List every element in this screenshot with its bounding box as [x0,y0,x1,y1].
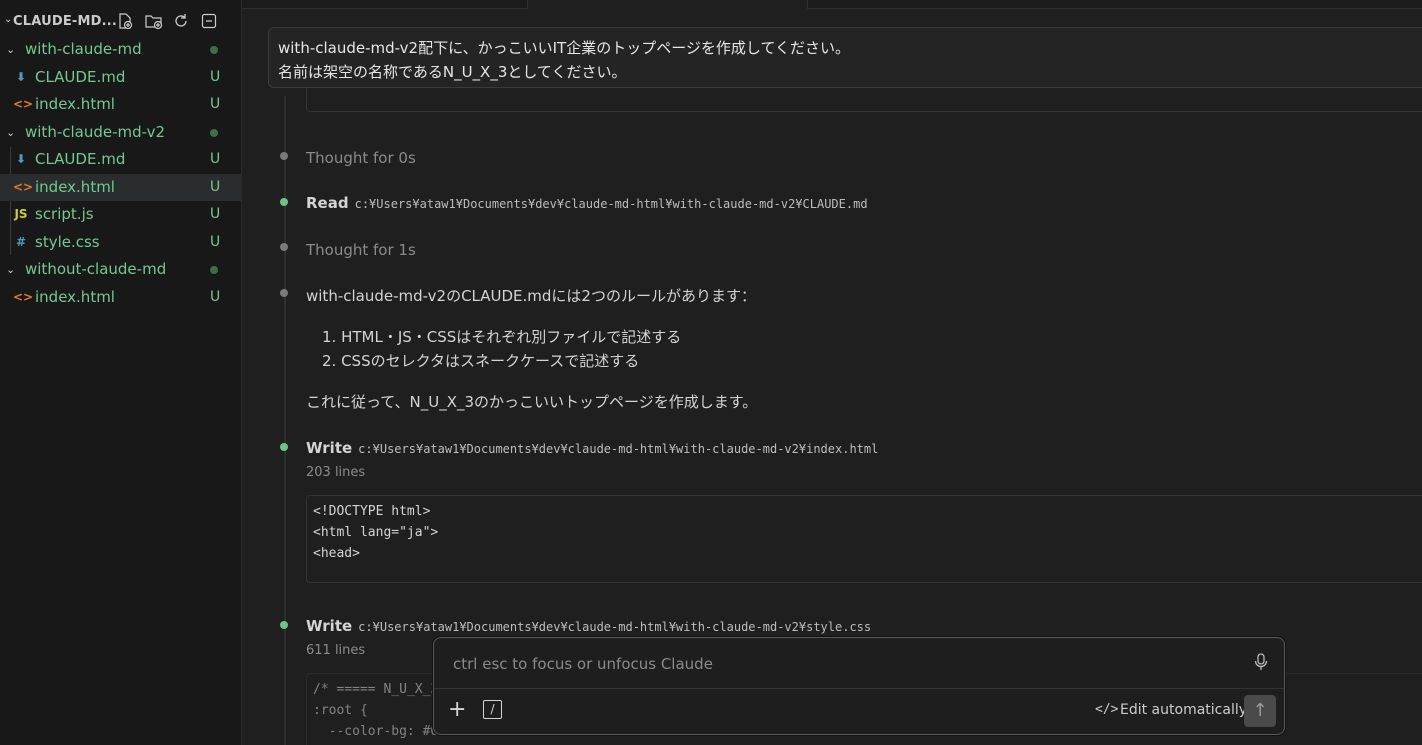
composer-divider [434,688,1284,689]
assistant-text: これに従って、N_U_X_3のかっこいいトップページを作成します。 [306,393,758,411]
thought-node-icon [280,152,288,160]
css-file-icon: # [15,235,27,249]
explorer-header[interactable]: ⌄ CLAUDE-MD... [0,8,241,36]
git-status-badge: U [210,96,221,112]
user-message: with-claude-md-v2配下に、かっこいいIT企業のトップページを作成… [268,27,1422,88]
tool-success-node-icon [280,198,288,206]
git-status-dot-icon [210,129,218,137]
rule-item: 2. CSSのセレクタはスネークケースで記述する [322,352,640,370]
prompt-composer: ctrl esc to focus or unfocus Claude + / … [433,637,1285,735]
tool-name: Read [306,194,349,212]
write-step[interactable]: Write c:¥Users¥ataw1¥Documents¥dev¥claude… [306,617,871,635]
code-line: /* ===== N_U_X_3 [313,682,439,697]
chevron-down-icon[interactable]: ⌄ [6,256,15,283]
tree-label: index.html [35,95,115,113]
explorer-actions [116,12,218,30]
tool-path[interactable]: c:¥Users¥ataw1¥Documents¥dev¥claude-md-h… [358,620,871,634]
explorer-title: CLAUDE-MD... [13,14,118,29]
message-node-icon [280,289,288,297]
tree-file[interactable]: <> index.html U [0,174,241,201]
slash-command-icon[interactable]: / [483,700,502,719]
new-folder-icon[interactable] [144,12,163,30]
html-file-icon: <> [13,97,34,111]
microphone-icon[interactable] [1252,652,1270,672]
git-status-dot-icon [210,46,218,54]
tree-file[interactable]: <> index.html U [0,284,241,311]
collapse-all-icon[interactable] [200,12,218,30]
chevron-down-icon[interactable]: ⌄ [6,119,15,146]
thought-node-icon [280,243,288,251]
tree-label: style.css [35,233,100,251]
code-preview[interactable]: <!DOCTYPE html> <html lang="ja"> <head> [306,495,1422,583]
refresh-icon[interactable] [172,12,190,30]
tree-folder[interactable]: ⌄ without-claude-md [0,256,241,283]
rule-item: 1. HTML・JS・CSSはそれぞれ別ファイルで記述する [322,328,682,346]
tree-file[interactable]: ⬇ CLAUDE.md U [0,146,241,173]
md-file-icon: ⬇ [15,70,27,84]
line-count: 611 lines [306,643,366,658]
add-attachment-icon[interactable]: + [448,699,466,721]
tree-file[interactable]: JS script.js U [0,201,241,228]
tree-label: CLAUDE.md [35,68,126,86]
tree-file[interactable]: # style.css U [0,229,241,256]
tab[interactable] [973,0,1422,9]
tree-label: index.html [35,178,115,196]
git-status-dot-icon [210,266,218,274]
tool-name: Write [306,439,353,457]
user-message-line: with-claude-md-v2配下に、かっこいいIT企業のトップページを作成… [278,39,851,57]
tab[interactable] [807,0,974,9]
code-icon[interactable]: </> [1095,702,1118,717]
code-line: :root { [313,703,368,718]
thought-step[interactable]: Thought for 0s [306,149,416,167]
code-line: <head> [313,546,360,561]
prompt-input[interactable]: ctrl esc to focus or unfocus Claude [453,655,713,673]
git-status-badge: U [210,234,221,250]
send-button[interactable]: ↑ [1244,695,1276,727]
code-line: <!DOCTYPE html> [313,504,431,519]
tool-success-node-icon [280,621,288,629]
user-message-line: 名前は架空の名称であるN_U_X_3としてください。 [278,63,627,81]
write-step[interactable]: Write c:¥Users¥ataw1¥Documents¥dev¥claude… [306,439,878,457]
tree-folder[interactable]: ⌄ with-claude-md-v2 [0,119,241,146]
tool-path[interactable]: c:¥Users¥ataw1¥Documents¥dev¥claude-md-h… [355,197,868,211]
chevron-down-icon[interactable]: ⌄ [6,36,15,63]
tab-strip [242,0,1422,9]
tool-name: Write [306,617,353,635]
claude-chat-panel: with-claude-md-v2配下に、かっこいいIT企業のトップページを作成… [242,0,1422,745]
git-status-badge: U [210,151,221,167]
explorer-sidebar: ⌄ CLAUDE-MD... ⌄ with-claude-md ⬇ CLAUDE.md… [0,0,242,745]
line-count: 203 lines [306,465,366,480]
tree-label: index.html [35,288,115,306]
git-status-badge: U [210,179,221,195]
tree-file[interactable]: ⬇ CLAUDE.md U [0,64,241,91]
assistant-text: with-claude-md-v2のCLAUDE.mdには2つのルールがあります… [306,287,756,305]
tree-label: without-claude-md [25,260,167,278]
timeline-rail [284,96,286,745]
edit-mode-button[interactable]: Edit automatically [1120,702,1247,718]
tree-label: with-claude-md [25,40,142,58]
tree-file[interactable]: <> index.html U [0,91,241,118]
tree-label: CLAUDE.md [35,150,126,168]
chevron-down-icon[interactable]: ⌄ [4,14,12,25]
new-file-icon[interactable] [116,12,134,30]
tree-label: with-claude-md-v2 [25,123,166,141]
git-status-badge: U [210,206,221,222]
tab[interactable] [242,0,528,9]
git-status-badge: U [210,289,221,305]
git-status-badge: U [210,69,221,85]
read-step[interactable]: Read c:¥Users¥ataw1¥Documents¥dev¥claude-… [306,194,868,212]
previous-output-box [306,86,1422,112]
tool-success-node-icon [280,443,288,451]
tree-label: script.js [35,205,94,223]
tool-path[interactable]: c:¥Users¥ataw1¥Documents¥dev¥claude-md-h… [358,442,878,456]
tree-folder[interactable]: ⌄ with-claude-md [0,36,241,63]
code-line: <html lang="ja"> [313,525,439,540]
md-file-icon: ⬇ [15,152,27,166]
js-file-icon: JS [14,207,28,221]
thought-step[interactable]: Thought for 1s [306,241,416,259]
html-file-icon: <> [13,290,34,304]
html-file-icon: <> [13,180,34,194]
